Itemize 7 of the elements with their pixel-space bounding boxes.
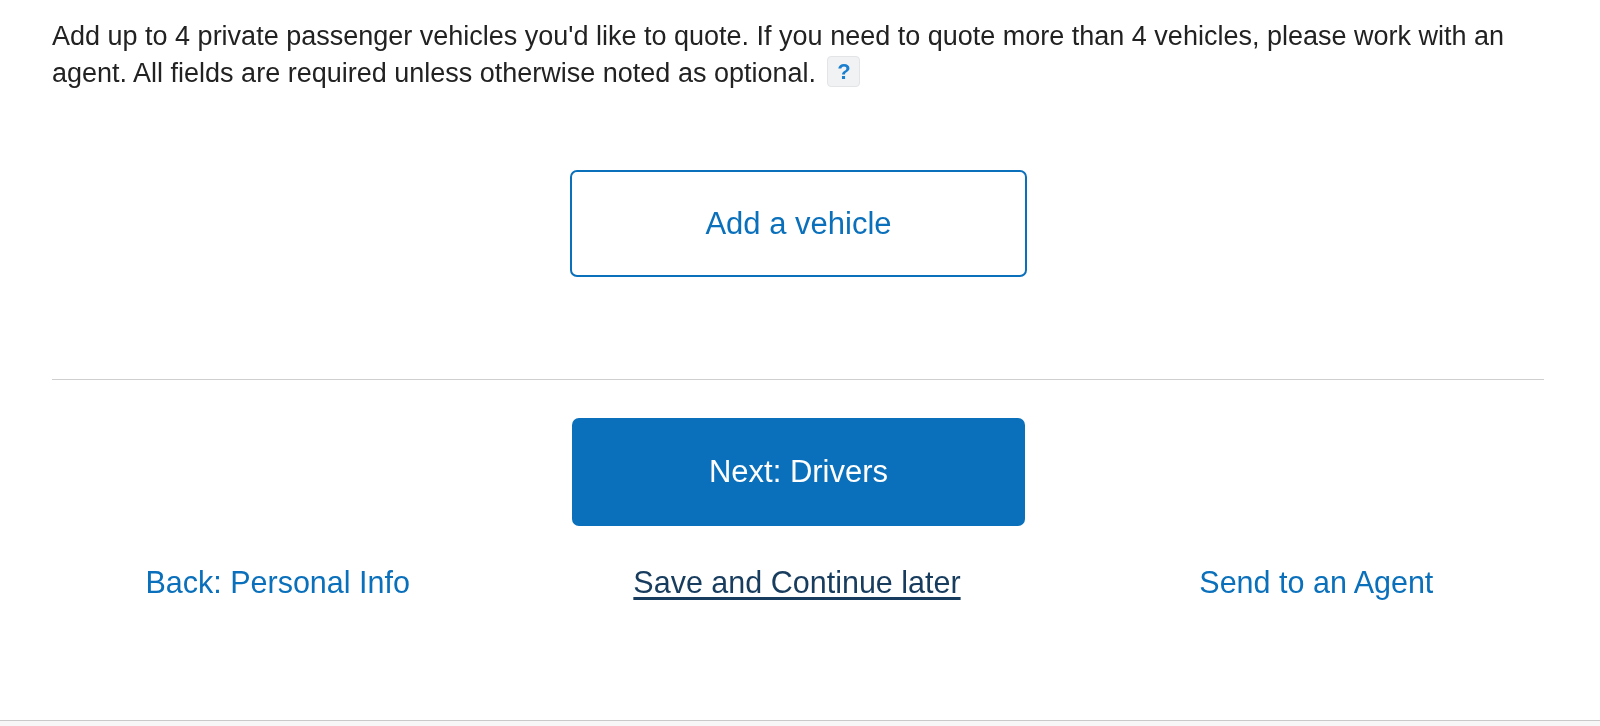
nav-link[interactable]: Back: Personal Info: [145, 564, 410, 600]
nav-link[interactable]: Send to an Agent: [1199, 564, 1434, 600]
instructions-text: Add up to 4 private passenger vehicles you'd like to quote. If you need to quote more than 4 vehicles, please work with an agent. All fields are required unless otherwise noted as optional. ?: [52, 20, 1506, 90]
help-button[interactable]: ?: [827, 56, 861, 88]
save-link[interactable]: Save and Continue later: [633, 564, 961, 600]
add-vehicle-button[interactable]: Add a vehicle: [570, 170, 1027, 277]
next-button[interactable]: Next: Drivers: [572, 418, 1025, 526]
